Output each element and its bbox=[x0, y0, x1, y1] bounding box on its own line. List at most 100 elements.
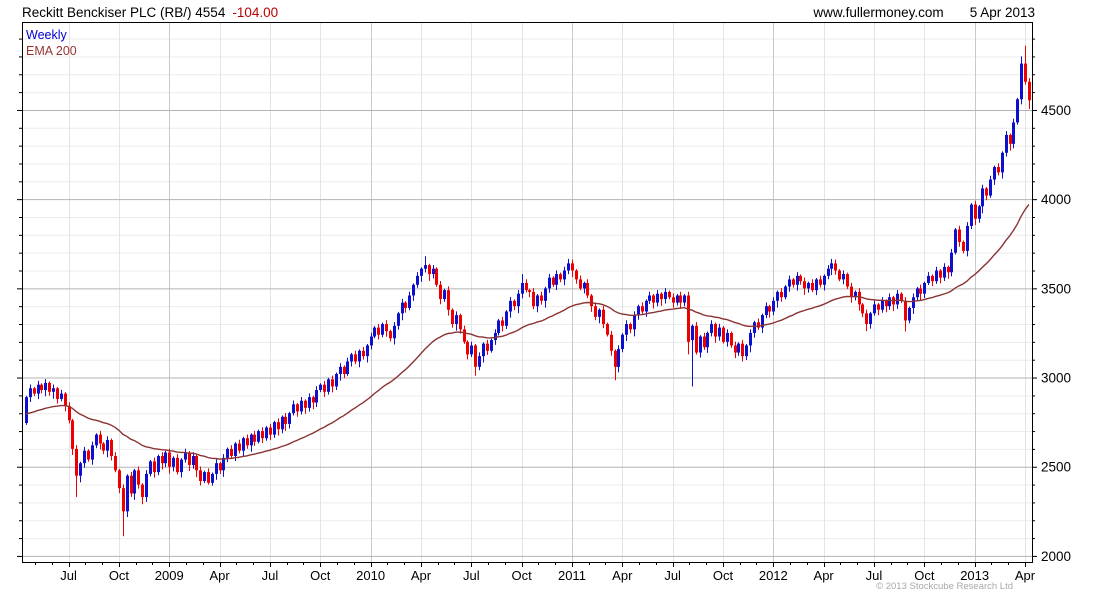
candle-body bbox=[188, 452, 191, 465]
candle-body bbox=[621, 334, 624, 349]
candle-body bbox=[811, 282, 814, 291]
candle-body bbox=[91, 445, 94, 460]
candle-body bbox=[56, 388, 59, 399]
plot-border bbox=[22, 22, 1033, 563]
candle-body bbox=[776, 291, 779, 301]
candle-body bbox=[277, 422, 280, 430]
candle-body bbox=[505, 311, 508, 326]
candle-body bbox=[75, 448, 78, 476]
candle-body bbox=[428, 265, 431, 275]
candle-body bbox=[87, 450, 90, 460]
candle-body bbox=[52, 388, 55, 392]
ema-line bbox=[25, 203, 1030, 460]
candle-body bbox=[25, 397, 28, 424]
legend-weekly-label: Weekly bbox=[26, 28, 67, 42]
chart-window: Reckitt Benckiser PLC (RB/) 4554 -104.00… bbox=[0, 0, 1100, 600]
x-axis-label: Jul bbox=[463, 568, 480, 583]
candle-body bbox=[68, 406, 71, 421]
candle-body bbox=[331, 379, 334, 387]
candle-body bbox=[950, 252, 953, 273]
candle-body bbox=[610, 334, 613, 351]
candle-body bbox=[633, 315, 636, 330]
candle-body bbox=[459, 315, 462, 330]
candle-body bbox=[544, 288, 547, 301]
candle-body bbox=[1005, 134, 1008, 153]
candle-body bbox=[281, 416, 284, 430]
candle-body bbox=[176, 457, 179, 473]
candle-body bbox=[284, 416, 287, 424]
candle-body bbox=[858, 291, 861, 305]
candle-body bbox=[966, 225, 969, 251]
candle-body bbox=[815, 279, 818, 291]
copyright-notice: © 2013 Stockcube Research Ltd bbox=[876, 581, 1013, 592]
y-axis-label: 4500 bbox=[1041, 103, 1071, 118]
candle-body bbox=[981, 188, 984, 207]
candle-body bbox=[823, 275, 826, 285]
candle-body bbox=[548, 277, 551, 289]
candle-body bbox=[830, 263, 833, 269]
candle-body bbox=[869, 313, 872, 325]
candle-body bbox=[308, 397, 311, 408]
candle-body bbox=[513, 300, 516, 307]
candle-body bbox=[664, 291, 667, 300]
candle-body bbox=[432, 268, 435, 275]
candle-body bbox=[114, 456, 117, 471]
candle-body bbox=[509, 300, 512, 312]
candle-body bbox=[408, 295, 411, 308]
x-axis-label: Apr bbox=[411, 568, 432, 583]
candle-body bbox=[482, 343, 485, 357]
candle-body bbox=[44, 382, 47, 391]
candle-body bbox=[486, 343, 489, 351]
candle-body bbox=[528, 290, 531, 292]
candle-body bbox=[312, 397, 315, 403]
candle-body bbox=[288, 413, 291, 424]
candle-body bbox=[451, 309, 454, 325]
candle-body bbox=[885, 300, 888, 307]
candle-body bbox=[203, 472, 206, 482]
candle-body bbox=[532, 291, 535, 307]
candle-body bbox=[691, 325, 694, 341]
candle-body bbox=[660, 293, 663, 300]
candle-body bbox=[912, 297, 915, 308]
candle-body bbox=[164, 452, 167, 464]
candle-body bbox=[323, 384, 326, 392]
candle-body bbox=[1016, 99, 1019, 123]
candle-body bbox=[834, 263, 837, 271]
candle-body bbox=[827, 268, 830, 276]
candle-body bbox=[695, 325, 698, 353]
x-axis-label: 2011 bbox=[558, 568, 586, 583]
candle-body bbox=[792, 279, 795, 285]
candle-body bbox=[37, 384, 40, 394]
candle-body bbox=[796, 275, 799, 285]
candle-body bbox=[64, 393, 67, 407]
x-axis-label: Apr bbox=[814, 568, 835, 583]
candle-body bbox=[567, 263, 570, 271]
x-axis-label: Apr bbox=[1015, 568, 1036, 583]
candle-body bbox=[861, 304, 864, 314]
candle-body bbox=[726, 332, 729, 342]
candle-body bbox=[552, 277, 555, 285]
candle-body bbox=[954, 229, 957, 253]
candle-body bbox=[710, 324, 713, 333]
candle-body bbox=[424, 265, 427, 269]
candle-body bbox=[490, 340, 493, 351]
candle-body bbox=[637, 306, 640, 316]
candle-body bbox=[765, 306, 768, 316]
candle-body bbox=[935, 270, 938, 282]
y-axis-label: 2500 bbox=[1041, 460, 1071, 475]
candle-body bbox=[95, 434, 98, 446]
candle-body bbox=[339, 366, 342, 374]
candle-body bbox=[873, 304, 876, 314]
candle-body bbox=[586, 282, 589, 296]
candle-body bbox=[741, 343, 744, 357]
candle-body bbox=[617, 348, 620, 367]
candle-body bbox=[1024, 63, 1027, 82]
x-axis-label: Oct bbox=[310, 568, 331, 583]
candle-body bbox=[315, 390, 318, 403]
candle-body bbox=[803, 281, 806, 289]
candle-body bbox=[842, 274, 845, 280]
candle-body bbox=[246, 438, 249, 446]
candle-body bbox=[350, 354, 353, 362]
candle-body bbox=[346, 361, 349, 374]
candle-body bbox=[784, 286, 787, 298]
